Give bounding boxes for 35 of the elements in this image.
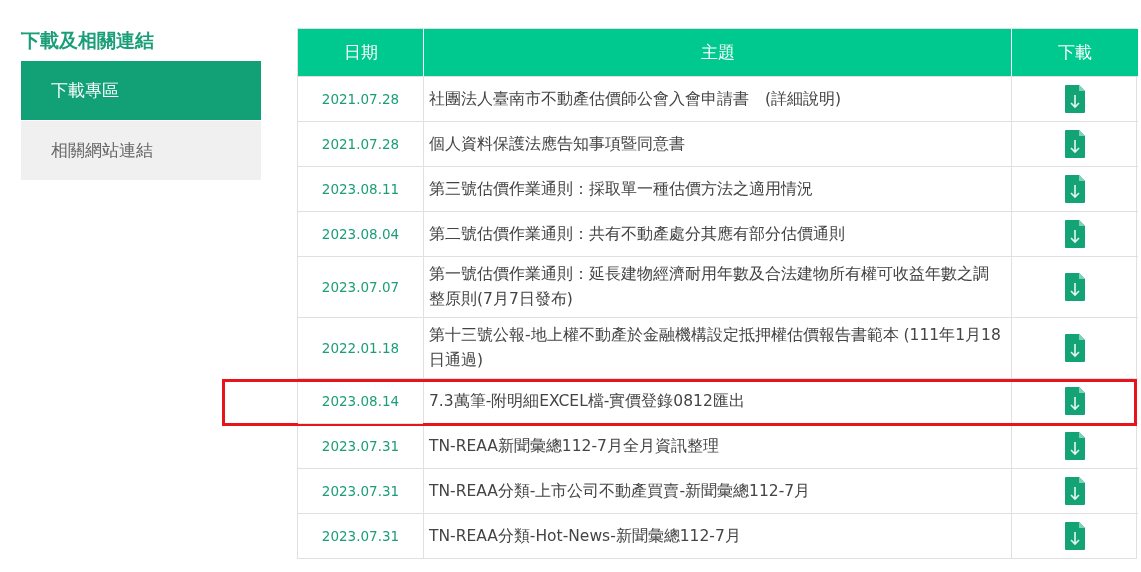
subject-link[interactable]: 第二號估價作業通則：共有不動產處分其應有部分估價通則 <box>429 221 845 247</box>
date-cell-text: 2022.01.18 <box>321 338 400 358</box>
subject-link[interactable]: 7.3萬筆-附明細EXCEL檔-實價登錄0812匯出 <box>429 388 745 414</box>
date-cell-text: 2023.07.31 <box>321 526 400 546</box>
date-cell-text: 2023.08.11 <box>321 179 400 199</box>
subject-link[interactable]: 第三號估價作業通則：採取單一種估價方法之適用情況 <box>429 176 813 202</box>
subject-link[interactable]: 個人資料保護法應告知事項暨同意書 <box>429 131 685 157</box>
subject-link[interactable]: TN-REAA分類-Hot-News-新聞彙總112-7月 <box>429 523 741 549</box>
date-cell-text: 2023.08.04 <box>321 224 400 244</box>
sidebar-heading: 下載及相關連結 <box>21 28 155 53</box>
file-download-icon[interactable] <box>1065 432 1085 460</box>
file-download-icon[interactable] <box>1065 387 1085 415</box>
date-cell-text: 2021.07.28 <box>321 134 400 154</box>
date-cell-text: 2021.07.28 <box>321 89 400 109</box>
sidebar-item[interactable]: 相關網站連結 <box>21 121 261 180</box>
subject-link[interactable]: TN-REAA新聞彙總112-7月全月資訊整理 <box>429 433 719 459</box>
file-download-icon[interactable] <box>1065 220 1085 248</box>
column-header: 下載 <box>1011 29 1138 76</box>
file-download-icon[interactable] <box>1065 477 1085 505</box>
date-cell-text: 2023.07.07 <box>321 277 400 297</box>
file-download-icon[interactable] <box>1065 273 1085 301</box>
date-cell-text: 2023.08.14 <box>321 391 400 411</box>
file-download-icon[interactable] <box>1065 130 1085 158</box>
subject-link[interactable]: TN-REAA分類-上市公司不動產買賣-新聞彙總112-7月 <box>429 478 811 504</box>
file-download-icon[interactable] <box>1065 85 1085 113</box>
column-header: 日期 <box>298 29 423 76</box>
subject-link[interactable]: 第十三號公報-地上權不動產於金融機構設定抵押權估價報告書範本 (111年1月18日通過) <box>429 323 1001 373</box>
file-download-icon[interactable] <box>1065 175 1085 203</box>
file-download-icon[interactable] <box>1065 334 1085 362</box>
file-download-icon[interactable] <box>1065 522 1085 550</box>
subject-link[interactable]: 第一號估價作業通則：延長建物經濟耐用年數及合法建物所有權可收益年數之調整原則(7月7日發布) <box>429 262 1001 312</box>
date-cell-text: 2023.07.31 <box>321 436 400 456</box>
column-header: 主題 <box>423 29 1011 76</box>
date-cell-text: 2023.07.31 <box>321 481 400 501</box>
subject-link[interactable]: 社團法人臺南市不動產估價師公會入會申請書 (詳細說明) <box>429 86 842 112</box>
